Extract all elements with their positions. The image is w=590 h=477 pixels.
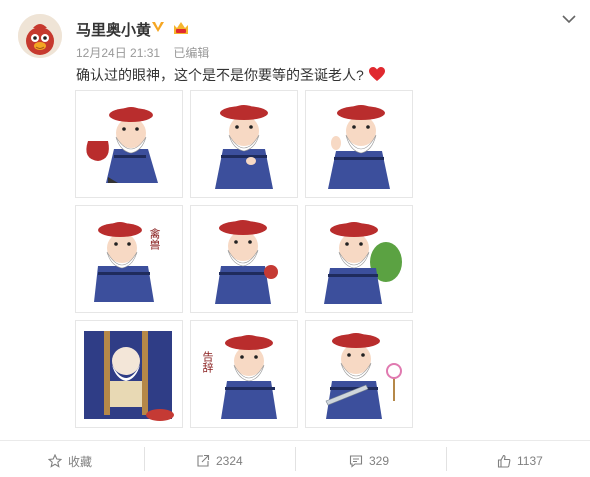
sticker-image[interactable]: [75, 320, 183, 428]
chevron-down-icon[interactable]: [561, 13, 577, 25]
favorite-label: 收藏: [68, 454, 93, 469]
sticker-image[interactable]: 禽兽: [75, 205, 183, 313]
comment-button[interactable]: 329: [349, 452, 389, 470]
old-man-sticker-icon: [215, 220, 278, 304]
sticker-image[interactable]: [305, 320, 413, 428]
comment-icon: [349, 455, 363, 468]
rooster-avatar-icon: [18, 14, 62, 58]
author-name[interactable]: 马里奥小黄: [76, 19, 151, 40]
repost-button[interactable]: 2324: [196, 452, 243, 470]
repost-count: 2324: [216, 454, 243, 468]
old-man-sticker-icon: [325, 333, 402, 419]
favorite-button[interactable]: 收藏: [48, 452, 92, 470]
sticker-image[interactable]: [305, 205, 413, 313]
comment-count: 329: [369, 454, 390, 468]
thumbs-up-icon: [497, 454, 511, 468]
edited-label[interactable]: 已编辑: [173, 46, 209, 60]
like-count: 1137: [517, 454, 543, 468]
sticker-caption: 告辞: [201, 351, 214, 373]
post-text: 确认过的眼神，这个是不是你要等的圣诞老人?: [76, 67, 364, 83]
sticker-image[interactable]: [305, 90, 413, 198]
old-man-sticker-icon: 告辞: [201, 335, 277, 419]
avatar[interactable]: [18, 14, 62, 58]
post-time[interactable]: 12月24日 21:31: [76, 46, 160, 60]
image-grid: 禽兽 告辞: [75, 90, 413, 428]
star-icon: [48, 454, 62, 468]
sticker-image[interactable]: 告辞: [190, 320, 298, 428]
old-man-sticker-icon: [328, 105, 390, 189]
old-man-sticker-icon: [215, 105, 273, 189]
sticker-image[interactable]: [190, 205, 298, 313]
old-man-sticker-icon: [86, 107, 158, 183]
old-man-sticker-icon: [84, 331, 174, 421]
heart-icon: [369, 67, 385, 81]
post-meta: 12月24日 21:31 已编辑: [76, 44, 209, 61]
old-man-sticker-icon: 禽兽: [94, 222, 161, 302]
action-bar-divider: [0, 440, 590, 441]
action-separator: [144, 447, 145, 471]
fan-badge-icon[interactable]: [172, 20, 190, 36]
sticker-image[interactable]: [190, 90, 298, 198]
sticker-image[interactable]: [75, 90, 183, 198]
like-button[interactable]: 1137: [497, 452, 543, 470]
repost-icon: [197, 454, 210, 467]
old-man-sticker-icon: [324, 222, 402, 304]
verified-icon: [152, 22, 164, 32]
action-separator: [295, 447, 296, 471]
sticker-caption: 禽兽: [148, 227, 161, 251]
action-separator: [446, 447, 447, 471]
